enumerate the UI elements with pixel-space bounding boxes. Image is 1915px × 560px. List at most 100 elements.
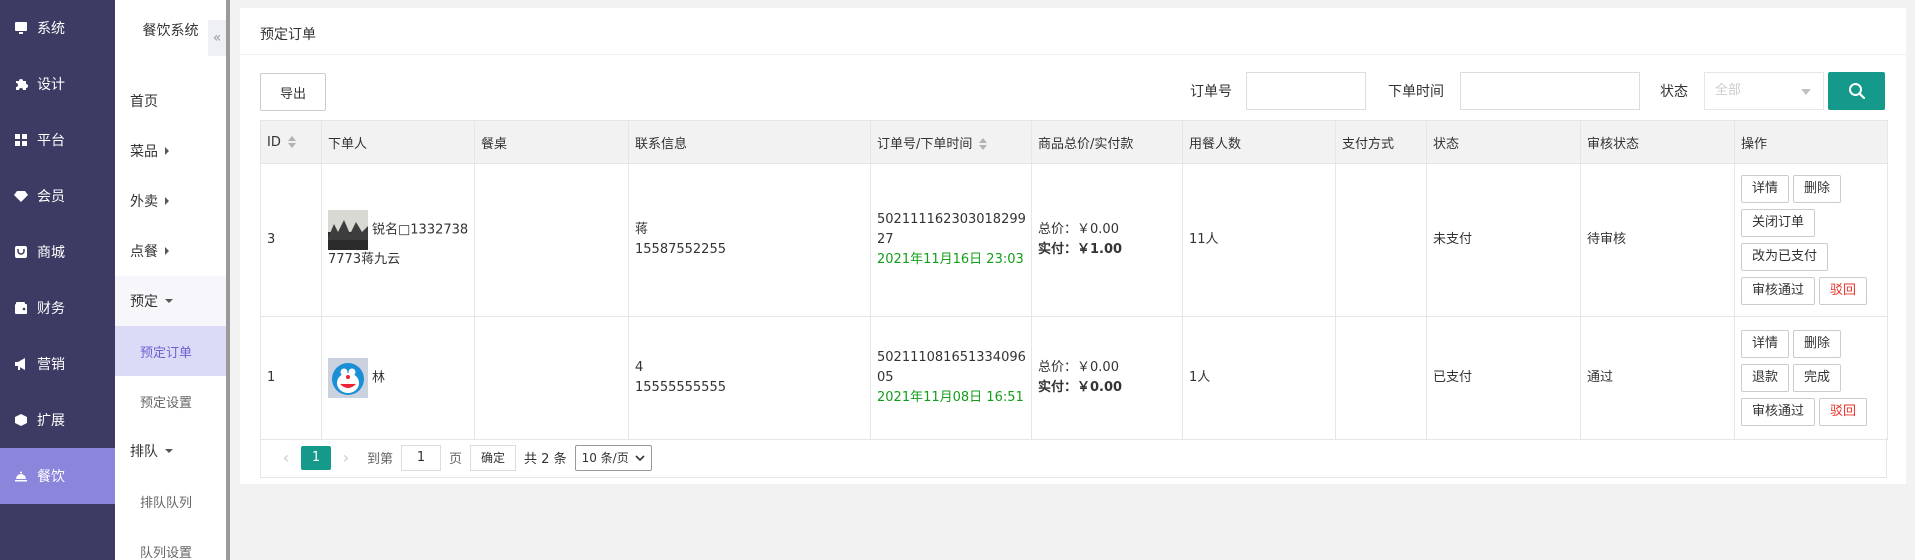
sidebar-item-queue-settings[interactable]: 队列设置 (115, 526, 226, 560)
sidebar-item-queue-list[interactable]: 排队队列 (115, 476, 226, 526)
table-row: 1 林 4 15555555555 50211108165133409605 2… (260, 316, 1888, 440)
page-size-value: 10 条/页 (581, 450, 629, 465)
col-header-id[interactable]: ID (260, 120, 322, 164)
paid-label: 实付： (1038, 242, 1078, 257)
sidebar-item-home[interactable]: 首页 (115, 76, 226, 126)
nav-item-label: 营销 (37, 357, 65, 373)
order-time-label: 下单时间 (1388, 84, 1444, 100)
col-header-label: ID (267, 134, 281, 150)
sort-icon[interactable] (287, 136, 296, 148)
delete-button[interactable]: 删除 (1793, 330, 1842, 358)
detail-button[interactable]: 详情 (1741, 175, 1790, 203)
monitor-icon (13, 20, 29, 36)
col-header-order-no[interactable]: 订单号/下单时间 (870, 120, 1032, 164)
reject-button[interactable]: 驳回 (1819, 277, 1868, 305)
avatar (328, 210, 368, 250)
col-header-audit: 审核状态 (1580, 120, 1735, 164)
sidebar-item-reserve-orders[interactable]: 预定订单 (115, 326, 226, 376)
complete-button[interactable]: 完成 (1793, 364, 1842, 392)
contact-phone: 15587552255 (635, 242, 726, 257)
sidebar-item-dishes[interactable]: 菜品 (115, 126, 226, 176)
approve-button[interactable]: 审核通过 (1741, 277, 1816, 305)
wallet-icon (13, 300, 29, 316)
sidebar-item-order-food[interactable]: 点餐 (115, 226, 226, 276)
order-time-input[interactable] (1460, 72, 1640, 110)
cell-customer: 锐名□1332738 7773蒋九云 (321, 163, 475, 317)
next-page-button[interactable]: › (331, 448, 361, 467)
current-page[interactable]: 1 (301, 445, 331, 470)
sidebar-item-label: 首页 (130, 94, 158, 110)
status-select[interactable]: 全部 (1704, 72, 1824, 110)
page-size-select[interactable]: 10 条/页 (574, 444, 652, 471)
cell-amount: 总价：￥0.00 实付：￥0.00 (1031, 316, 1183, 440)
cell-contact: 蒋 15587552255 (628, 163, 871, 317)
col-header-label: 订单号/下单时间 (877, 136, 973, 152)
col-header-status: 状态 (1426, 120, 1581, 164)
reject-button[interactable]: 驳回 (1819, 398, 1868, 426)
goto-page-input[interactable]: 1 (401, 444, 442, 471)
grid-icon (13, 132, 29, 148)
cell-diners: 11人 (1182, 163, 1336, 317)
chevron-right-icon (165, 197, 169, 205)
sidebar-item-takeout[interactable]: 外卖 (115, 176, 226, 226)
collapse-button[interactable]: « (208, 20, 226, 56)
cube-icon (13, 412, 29, 428)
nav-item-label: 餐饮 (37, 469, 65, 485)
chevron-right-icon (165, 247, 169, 255)
nav-item-design[interactable]: 设计 (0, 56, 115, 112)
customer-name: 林 (372, 370, 386, 386)
order-no-input[interactable] (1246, 72, 1366, 110)
search-icon (1848, 83, 1865, 100)
approve-button[interactable]: 审核通过 (1741, 398, 1816, 426)
contact-phone: 15555555555 (635, 380, 726, 395)
nav-item-label: 扩展 (37, 413, 65, 429)
refund-button[interactable]: 退款 (1741, 364, 1790, 392)
nav-item-system[interactable]: 系统 (0, 0, 115, 56)
cell-pay-method (1335, 163, 1427, 317)
close-order-button[interactable]: 关闭订单 (1741, 209, 1816, 237)
prev-page-button[interactable]: ‹ (271, 448, 301, 467)
sidebar-item-reserve-settings[interactable]: 预定设置 (115, 376, 226, 426)
cell-audit: 通过 (1580, 316, 1735, 440)
search-button[interactable] (1828, 72, 1885, 110)
total-count: 共 2 条 (524, 452, 567, 467)
nav-item-label: 设计 (37, 77, 65, 93)
mark-paid-button[interactable]: 改为已支付 (1741, 243, 1829, 271)
detail-button[interactable]: 详情 (1741, 330, 1790, 358)
nav-item-platform[interactable]: 平台 (0, 112, 115, 168)
col-header-amount: 商品总价/实付款 (1031, 120, 1183, 164)
nav-item-marketing[interactable]: 营销 (0, 336, 115, 392)
sidebar-item-label: 预定设置 (140, 395, 193, 411)
chevron-down-icon (165, 299, 173, 303)
nav-item-label: 系统 (37, 21, 65, 37)
nav-item-extension[interactable]: 扩展 (0, 392, 115, 448)
table-row: 3 锐名□1332738 7773蒋九云 蒋 15587552255 50211… (260, 163, 1888, 317)
nav-item-label: 平台 (37, 133, 65, 149)
nav-item-finance[interactable]: 财务 (0, 280, 115, 336)
sidebar-item-reserve[interactable]: 预定 (115, 276, 226, 326)
nav-item-member[interactable]: 会员 (0, 168, 115, 224)
table-header-row: ID 下单人 餐桌 联系信息 订单号/下单时间 商品总价/实付款 用餐人数 支付… (260, 120, 1888, 164)
nav-item-label: 商城 (37, 245, 65, 261)
status-label: 状态 (1660, 84, 1688, 100)
nav-item-mall[interactable]: 商城 (0, 224, 115, 280)
order-number: 50211116230301829927 (877, 212, 1026, 247)
cell-order: 50211108165133409605 2021年11月08日 16:51 (870, 316, 1032, 440)
total-value: ￥0.00 (1077, 222, 1119, 237)
primary-nav: 系统 设计 平台 会员 商城 财务 营销 扩展 餐饮 (0, 0, 115, 560)
sort-icon[interactable] (979, 138, 988, 150)
contact-name: 4 (635, 360, 644, 375)
nav-item-label: 会员 (37, 189, 65, 205)
cell-amount: 总价：￥0.00 实付：￥1.00 (1031, 163, 1183, 317)
sidebar-item-label: 预定 (130, 294, 158, 310)
col-header-contact: 联系信息 (628, 120, 871, 164)
sidebar-item-queue[interactable]: 排队 (115, 426, 226, 476)
nav-item-catering[interactable]: 餐饮 (0, 448, 115, 504)
sidebar-item-label: 排队队列 (140, 495, 193, 511)
confirm-page-button[interactable]: 确定 (470, 444, 517, 471)
export-button[interactable]: 导出 (260, 73, 326, 111)
avatar (328, 358, 368, 398)
delete-button[interactable]: 删除 (1793, 175, 1842, 203)
cell-id: 1 (260, 316, 322, 440)
sidebar-item-label: 外卖 (130, 194, 158, 210)
